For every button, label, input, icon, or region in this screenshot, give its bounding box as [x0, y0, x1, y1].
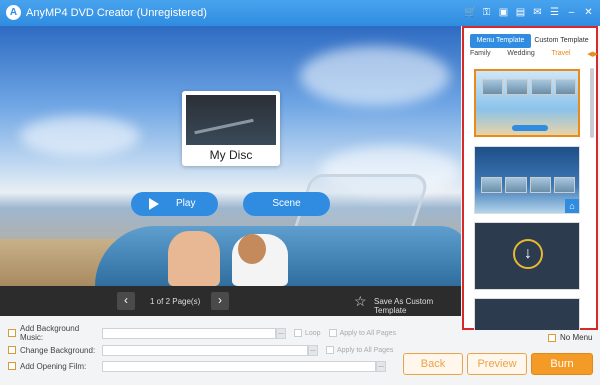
- close-icon[interactable]: ✕: [583, 6, 594, 19]
- save-icon[interactable]: ▣: [498, 6, 509, 19]
- loop-checkbox[interactable]: [294, 329, 302, 337]
- template-tabs: Menu Template Custom Template: [470, 34, 592, 48]
- key-icon[interactable]: ⚿: [481, 6, 492, 19]
- burn-button[interactable]: Burn: [531, 353, 593, 375]
- feedback-icon[interactable]: ✉: [532, 6, 543, 19]
- disc-title[interactable]: My Disc: [182, 148, 280, 162]
- menu-preview: My Disc Play Scene: [0, 26, 461, 286]
- tab-custom-template[interactable]: Custom Template: [531, 34, 592, 48]
- change-background-path-input[interactable]: [102, 344, 308, 356]
- minimize-icon[interactable]: –: [566, 6, 577, 19]
- change-background-label: Change Background:: [20, 345, 96, 355]
- template-thumbnails: [482, 79, 576, 95]
- cart-icon[interactable]: 🛒: [464, 6, 476, 19]
- title-bar: A AnyMP4 DVD Creator (Unregistered) 🛒 ⚿ …: [0, 0, 600, 26]
- change-background-browse-button[interactable]: ...: [308, 344, 318, 356]
- previous-page-button[interactable]: ‹: [117, 292, 135, 310]
- background-apply-all-label: Apply to All Pages: [337, 346, 394, 354]
- background-music-checkbox[interactable]: [8, 329, 16, 337]
- background-music-path-input[interactable]: [102, 327, 276, 339]
- save-custom-template-button[interactable]: Save As Custom Template: [374, 297, 461, 315]
- person-image: [168, 231, 220, 286]
- template-item[interactable]: ⌂: [474, 146, 580, 214]
- background-music-browse-button[interactable]: ...: [276, 327, 286, 339]
- app-logo-icon: A: [6, 5, 21, 20]
- template-thumbnails: [481, 177, 575, 193]
- menu-icon[interactable]: ☰: [549, 6, 560, 19]
- next-page-button[interactable]: ›: [211, 292, 229, 310]
- change-background-checkbox[interactable]: [8, 346, 16, 354]
- scene-button[interactable]: Scene: [243, 192, 330, 216]
- music-apply-all-checkbox[interactable]: [328, 329, 337, 337]
- background-music-row: Add Background Music: ... Loop Apply to …: [8, 324, 397, 342]
- star-icon[interactable]: ☆: [354, 293, 367, 309]
- template-list: ⌂ ↓: [472, 66, 582, 330]
- background-apply-all-checkbox[interactable]: [326, 346, 334, 354]
- tab-menu-template[interactable]: Menu Template: [470, 34, 531, 48]
- page-indicator: 1 of 2 Page(s): [150, 297, 201, 306]
- template-item[interactable]: ↓: [474, 222, 580, 290]
- template-nav-dots: [512, 125, 548, 131]
- category-family[interactable]: Family: [470, 50, 491, 62]
- file-icon[interactable]: ▤: [515, 6, 526, 19]
- loop-label: Loop: [305, 329, 321, 337]
- template-scrollbar[interactable]: [590, 68, 594, 138]
- category-wedding[interactable]: Wedding: [507, 50, 535, 62]
- app-title: AnyMP4 DVD Creator (Unregistered): [26, 7, 207, 19]
- template-item[interactable]: [474, 298, 580, 330]
- background-music-label: Add Background Music:: [20, 324, 80, 342]
- play-label: Play: [176, 198, 196, 209]
- opening-film-checkbox[interactable]: [8, 362, 16, 370]
- play-icon: [149, 198, 159, 210]
- disc-thumbnail: [186, 95, 276, 145]
- opening-film-browse-button[interactable]: ...: [376, 360, 386, 372]
- back-button[interactable]: Back: [403, 353, 463, 375]
- download-icon[interactable]: ↓: [513, 239, 543, 269]
- category-scroll-icon[interactable]: ◀▶: [587, 50, 598, 62]
- preview-button[interactable]: Preview: [467, 353, 527, 375]
- opening-film-row: Add Opening Film: ...: [8, 360, 386, 372]
- page-control-bar: ‹ 1 of 2 Page(s) › ☆ Save As Custom Temp…: [0, 286, 461, 316]
- template-item[interactable]: [474, 69, 580, 137]
- change-background-row: Change Background: ... Apply to All Page…: [8, 344, 393, 356]
- person-head: [238, 234, 266, 264]
- category-travel[interactable]: Travel: [551, 50, 570, 62]
- cloud-decoration: [20, 116, 140, 156]
- no-menu-checkbox[interactable]: [548, 333, 556, 342]
- cloud-decoration: [300, 46, 450, 106]
- titlebar-icons: 🛒 ⚿ ▣ ▤ ✉ ☰ – ✕: [464, 6, 594, 19]
- no-menu-label: No Menu: [560, 333, 593, 342]
- no-menu-option: No Menu: [548, 333, 592, 342]
- home-icon: ⌂: [565, 199, 579, 213]
- template-panel: Menu Template Custom Template Family Wed…: [462, 26, 598, 330]
- opening-film-path-input[interactable]: [102, 360, 376, 372]
- disc-title-card[interactable]: My Disc: [182, 91, 280, 166]
- music-apply-all-label: Apply to All Pages: [339, 329, 397, 337]
- play-button[interactable]: Play: [131, 192, 218, 216]
- opening-film-label: Add Opening Film:: [20, 361, 87, 371]
- template-categories: Family Wedding Travel ◀▶: [470, 50, 598, 62]
